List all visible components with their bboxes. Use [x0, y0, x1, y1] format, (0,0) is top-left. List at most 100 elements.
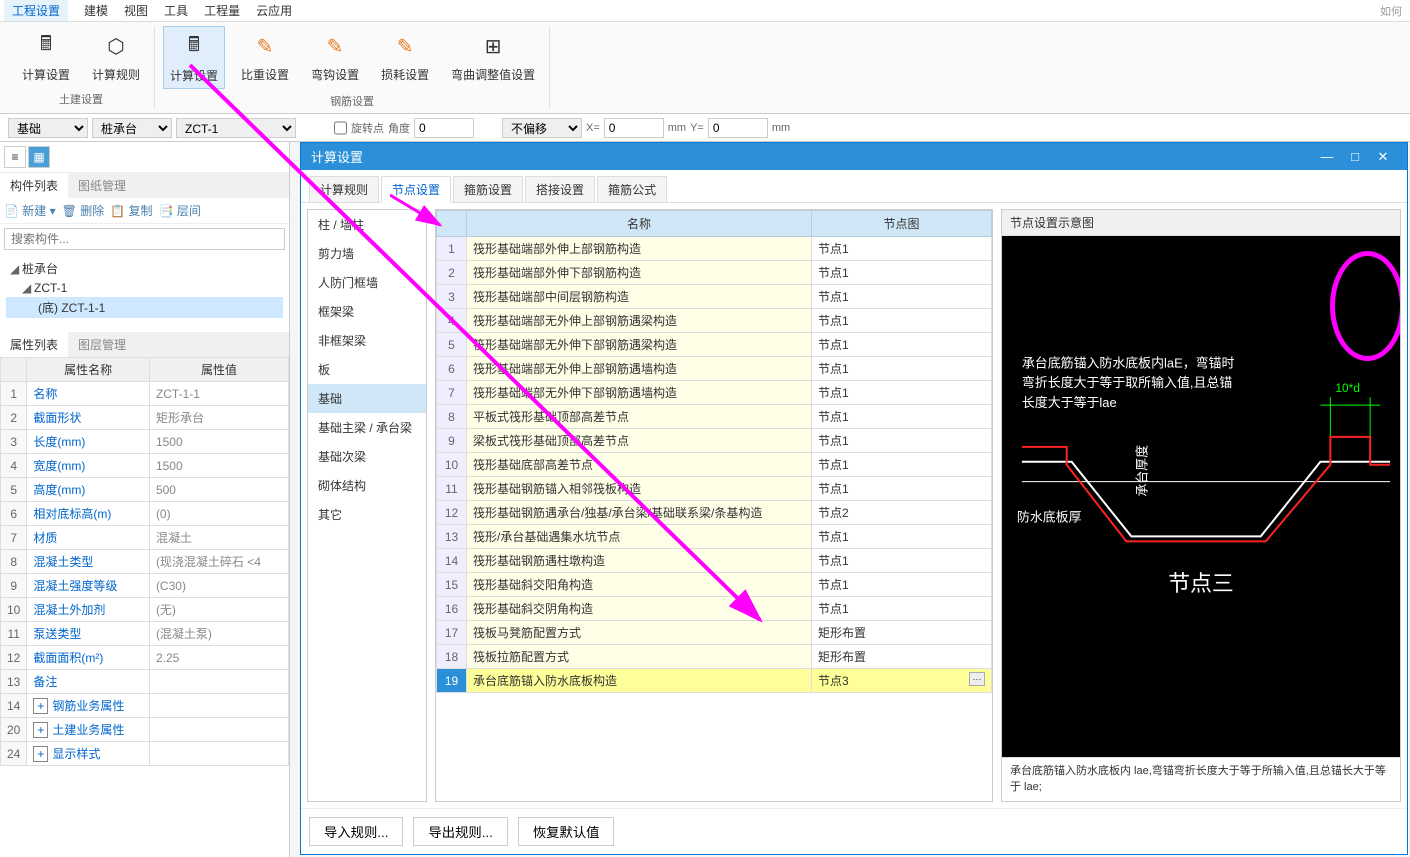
category-item[interactable]: 非框架梁	[308, 326, 426, 355]
col-rownum	[437, 211, 467, 237]
grid-row[interactable]: 4筏形基础端部无外伸上部钢筋遇梁构造节点1	[437, 309, 992, 333]
property-row[interactable]: 4宽度(mm)1500	[1, 454, 289, 478]
category-item[interactable]: 柱 / 墙柱	[308, 210, 426, 239]
tab-splice-settings[interactable]: 搭接设置	[525, 176, 595, 202]
close-icon[interactable]: ✕	[1369, 149, 1397, 165]
property-row[interactable]: 12截面面积(m²)2.25	[1, 646, 289, 670]
ribbon: 🖩 计算设置 ⬡ 计算规则 土建设置 🖩 计算设置 ✎ 比重设置 ✎ 弯钩设置	[0, 22, 1410, 114]
category-item[interactable]: 基础次梁	[308, 442, 426, 471]
property-row[interactable]: 6相对底标高(m)(0)	[1, 502, 289, 526]
minimize-icon[interactable]: —	[1313, 149, 1341, 164]
menu-modeling[interactable]: 建模	[84, 2, 108, 19]
tab-component-list[interactable]: 构件列表	[0, 173, 68, 198]
export-rules-button[interactable]: 导出规则...	[413, 817, 507, 846]
y-input[interactable]	[708, 118, 768, 138]
cell-edit-button[interactable]: ⋯	[969, 672, 985, 686]
type-select[interactable]: 基础	[8, 118, 88, 138]
reset-defaults-button[interactable]: 恢复默认值	[518, 817, 615, 846]
civil-calc-rules[interactable]: ⬡ 计算规则	[86, 26, 146, 87]
grid-row[interactable]: 13筏形/承台基础遇集水坑节点节点1	[437, 525, 992, 549]
grid-row[interactable]: 5筏形基础端部无外伸下部钢筋遇梁构造节点1	[437, 333, 992, 357]
tab-node-settings[interactable]: 节点设置	[381, 176, 451, 203]
grid-row[interactable]: 15筏形基础斜交阳角构造节点1	[437, 573, 992, 597]
category-item[interactable]: 砌体结构	[308, 471, 426, 500]
tab-stirrup-settings[interactable]: 箍筋设置	[453, 176, 523, 202]
property-row[interactable]: 24+显示样式	[1, 742, 289, 766]
property-row[interactable]: 2截面形状矩形承台	[1, 406, 289, 430]
tree-row[interactable]: ◢ZCT-1	[6, 279, 283, 297]
grid-row[interactable]: 3筏形基础端部中间层钢筋构造节点1	[437, 285, 992, 309]
tree-row-selected[interactable]: (底) ZCT-1-1	[6, 297, 283, 318]
grid-row[interactable]: 6筏形基础端部无外伸上部钢筋遇墙构造节点1	[437, 357, 992, 381]
property-row[interactable]: 5高度(mm)500	[1, 478, 289, 502]
category-item[interactable]: 其它	[308, 500, 426, 529]
category-item[interactable]: 人防门框墙	[308, 268, 426, 297]
component-select[interactable]: ZCT-1	[176, 118, 296, 138]
tab-calc-rules[interactable]: 计算规则	[309, 176, 379, 202]
help-hint: 如何	[1380, 3, 1406, 19]
category-item[interactable]: 基础	[308, 384, 426, 413]
property-row[interactable]: 3长度(mm)1500	[1, 430, 289, 454]
tab-stirrup-formula[interactable]: 箍筋公式	[597, 176, 667, 202]
category-item[interactable]: 剪力墙	[308, 239, 426, 268]
dialog-titlebar[interactable]: 计算设置 — □ ✕	[301, 143, 1407, 170]
grid-row[interactable]: 11筏形基础钢筋锚入相邻筏板构造节点1	[437, 477, 992, 501]
grid-row[interactable]: 19承台底筋锚入防水底板构造节点3⋯	[437, 669, 992, 693]
maximize-icon[interactable]: □	[1341, 149, 1369, 164]
grid-row[interactable]: 8平板式筏形基础顶部高差节点节点1	[437, 405, 992, 429]
import-rules-button[interactable]: 导入规则...	[309, 817, 403, 846]
grid-row[interactable]: 14筏形基础钢筋遇柱墩构造节点1	[437, 549, 992, 573]
category-item[interactable]: 基础主梁 / 承台梁	[308, 413, 426, 442]
hook-settings[interactable]: ✎ 弯钩设置	[305, 26, 365, 89]
bend-settings[interactable]: ⊞ 弯曲调整值设置	[445, 26, 541, 89]
btn-del[interactable]: 🗑 删除	[62, 202, 105, 219]
grid-row[interactable]: 18筏板拉筋配置方式矩形布置	[437, 645, 992, 669]
menu-tools[interactable]: 工具	[164, 2, 188, 19]
category-item[interactable]: 框架梁	[308, 297, 426, 326]
grid-row[interactable]: 1筏形基础端部外伸上部钢筋构造节点1	[437, 237, 992, 261]
loss-settings[interactable]: ✎ 损耗设置	[375, 26, 435, 89]
search-input[interactable]	[4, 228, 285, 250]
property-row[interactable]: 14+钢筋业务属性	[1, 694, 289, 718]
btn-inter[interactable]: 📑 层间	[159, 202, 201, 219]
grid-row[interactable]: 12筏形基础钢筋遇承台/独基/承台梁/基础联系梁/条基构造节点2	[437, 501, 992, 525]
subtype-select[interactable]: 桩承台	[92, 118, 172, 138]
view-tool-1[interactable]: ≡	[4, 146, 26, 168]
btn-copy[interactable]: 📋 复制	[110, 202, 152, 219]
tree-row[interactable]: ◢桩承台	[6, 258, 283, 279]
grid-row[interactable]: 9梁板式筏形基础顶部高差节点节点1	[437, 429, 992, 453]
category-item[interactable]: 板	[308, 355, 426, 384]
grid-row[interactable]: 10筏形基础底部高差节点节点1	[437, 453, 992, 477]
preview-diagram: 承台底筋锚入防水底板内laE，弯锚时 弯折长度大于等于取所输入值,且总锚 长度大…	[1002, 236, 1400, 757]
property-row[interactable]: 11泵送类型(混凝土泵)	[1, 622, 289, 646]
weight-settings[interactable]: ✎ 比重设置	[235, 26, 295, 89]
menu-quantity[interactable]: 工程量	[204, 2, 240, 19]
x-input[interactable]	[604, 118, 664, 138]
tab-layers[interactable]: 图层管理	[68, 332, 136, 357]
property-row[interactable]: 10混凝土外加剂(无)	[1, 598, 289, 622]
angle-input[interactable]	[414, 118, 474, 138]
btn-new[interactable]: 📄 新建 ▾	[4, 202, 56, 219]
grid-row[interactable]: 7筏形基础端部无外伸下部钢筋遇墙构造节点1	[437, 381, 992, 405]
property-row[interactable]: 1名称ZCT-1-1	[1, 382, 289, 406]
menu-project-settings[interactable]: 工程设置	[4, 0, 68, 21]
view-tool-2[interactable]: ▦	[28, 146, 50, 168]
property-row[interactable]: 8混凝土类型(现浇混凝土碎石 <4	[1, 550, 289, 574]
property-row[interactable]: 13备注	[1, 670, 289, 694]
tab-drawing-mgmt[interactable]: 图纸管理	[68, 173, 136, 198]
civil-calc-settings[interactable]: 🖩 计算设置	[16, 26, 76, 87]
offset-select[interactable]: 不偏移	[502, 118, 582, 138]
property-row[interactable]: 9混凝土强度等级(C30)	[1, 574, 289, 598]
property-row[interactable]: 7材质混凝土	[1, 526, 289, 550]
menu-view[interactable]: 视图	[124, 2, 148, 19]
grid-row[interactable]: 17筏板马凳筋配置方式矩形布置	[437, 621, 992, 645]
property-row[interactable]: 20+土建业务属性	[1, 718, 289, 742]
grid-row[interactable]: 2筏形基础端部外伸下部钢筋构造节点1	[437, 261, 992, 285]
weight-label: 比重设置	[241, 66, 289, 83]
dialog-tabs: 计算规则 节点设置 箍筋设置 搭接设置 箍筋公式	[301, 170, 1407, 203]
rotate-checkbox[interactable]	[334, 118, 347, 138]
menu-cloud[interactable]: 云应用	[256, 2, 292, 19]
rebar-calc-settings[interactable]: 🖩 计算设置	[163, 26, 225, 89]
grid-row[interactable]: 16筏形基础斜交阴角构造节点1	[437, 597, 992, 621]
tab-props[interactable]: 属性列表	[0, 332, 68, 357]
